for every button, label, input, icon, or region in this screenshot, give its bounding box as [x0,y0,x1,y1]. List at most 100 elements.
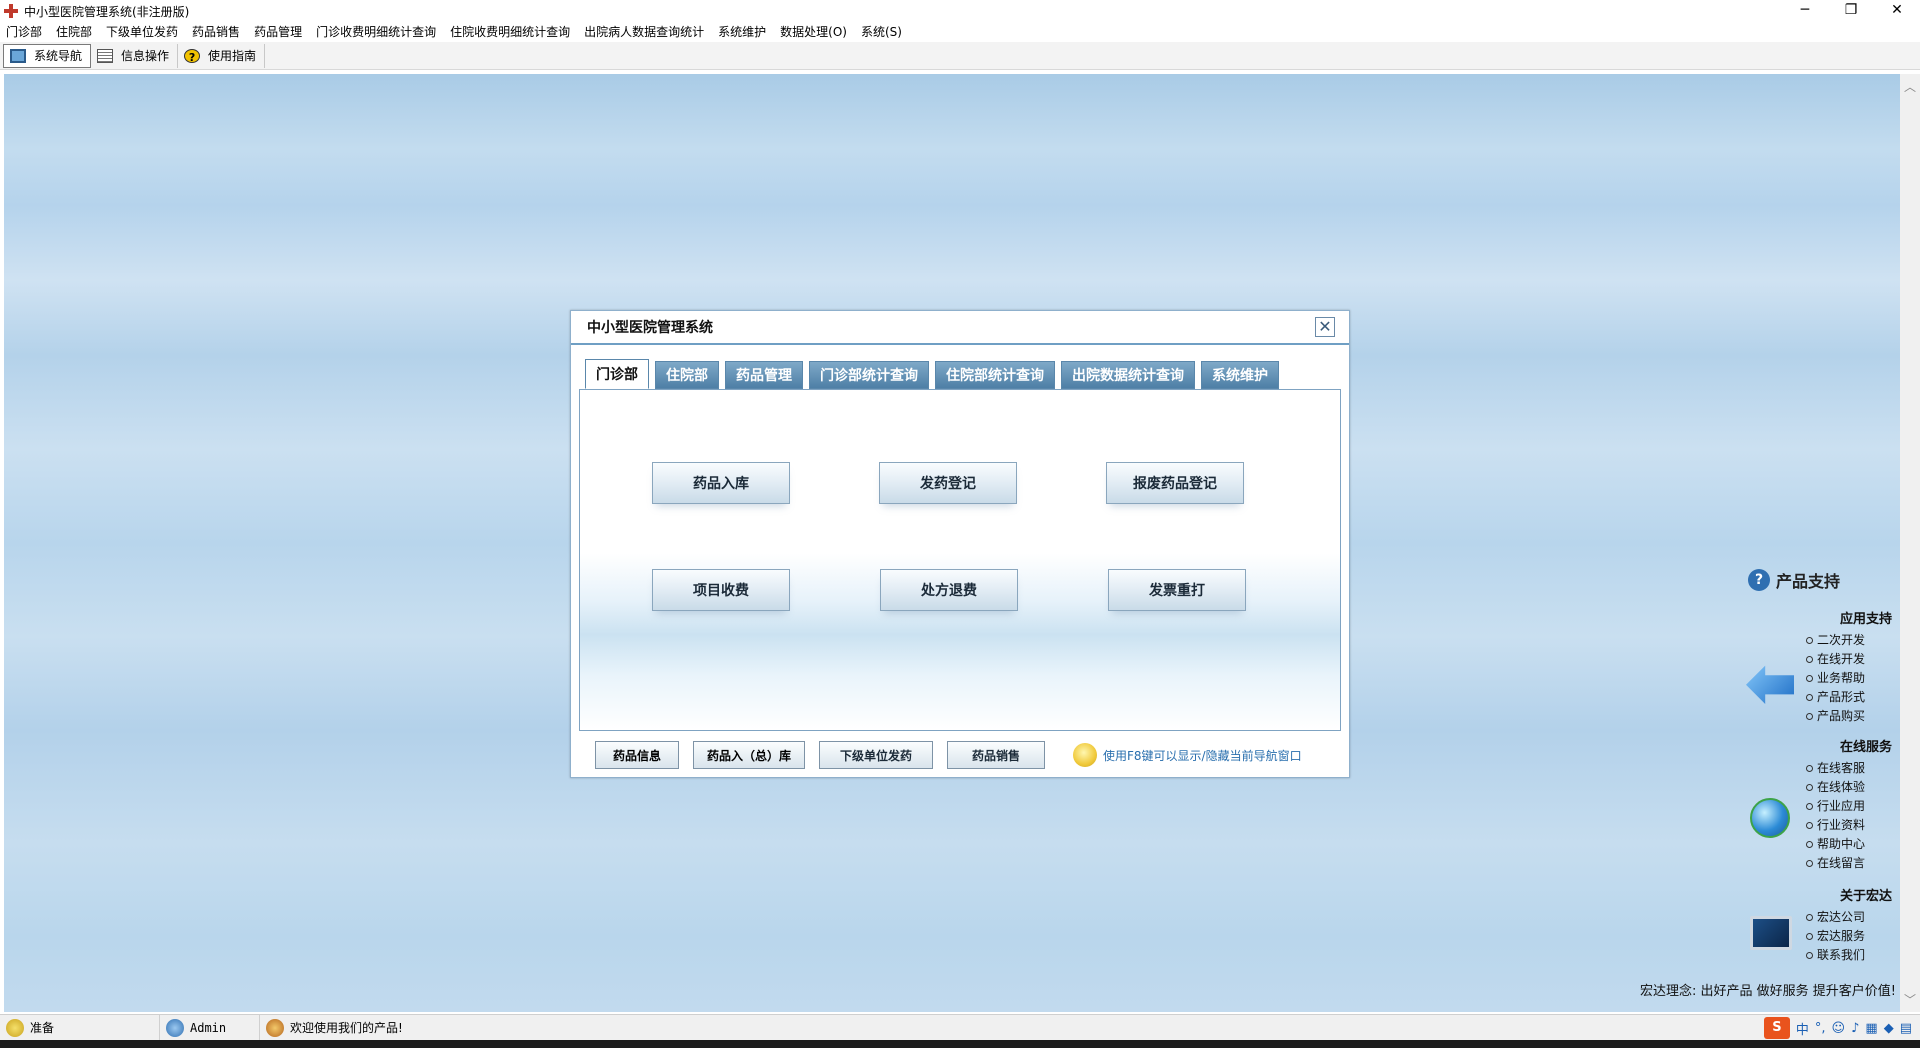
system-nav-button[interactable]: 系统导航 [3,43,92,68]
info-operation-label: 信息操作 [121,49,170,63]
globe-icon [1750,798,1790,838]
invoice-reprint-button[interactable]: 发票重打 [1108,569,1246,611]
monitor-icon [1750,916,1792,950]
f8-hint: 使用F8键可以显示/隐藏当前导航窗口 [1073,743,1302,767]
table-icon [97,48,114,63]
vertical-scrollbar[interactable]: ︿ ﹀ [1900,74,1920,1012]
item-charge-button[interactable]: 项目收费 [652,569,790,611]
menu-drug-management[interactable]: 药品管理 [248,22,310,42]
tab-drug-management[interactable]: 药品管理 [725,361,803,389]
status-welcome: 欢迎使用我们的产品! [290,1021,403,1035]
status-ready-cell: 准备 [0,1014,160,1041]
app-support-list: 二次开发 在线开发 业务帮助 产品形式 产品购买 [1806,631,1865,726]
support-title: 产品支持 [1776,572,1841,591]
toolbar: 系统导航 信息操作 ? 使用指南 [0,42,1920,70]
user-icon [166,1018,184,1037]
scrap-drug-register-button[interactable]: 报废药品登记 [1106,462,1244,504]
menu-discharge-stats[interactable]: 出院病人数据查询统计 [578,22,712,42]
dialog-close-button[interactable]: ✕ [1315,317,1335,337]
status-welcome-cell: 欢迎使用我们的产品! [260,1015,560,1041]
status-ready: 准备 [30,1021,55,1035]
monitor-icon [10,48,26,63]
link-secondary-dev[interactable]: 二次开发 [1806,631,1865,650]
lightbulb-icon [1073,743,1097,767]
minimize-button[interactable]: ─ [1782,0,1828,22]
drug-sales-button[interactable]: 药品销售 [947,741,1045,769]
app-support-title: 应用支持 [1839,612,1892,627]
scroll-up-icon[interactable]: ︿ [1904,78,1916,95]
status-bar: 准备 Admin 欢迎使用我们的产品! S 中 °, ☺ ♪ ▦ ◆ ▤ [0,1014,1920,1041]
link-company[interactable]: 宏达公司 [1806,908,1865,927]
link-online-trial[interactable]: 在线体验 [1806,778,1865,797]
link-online-message[interactable]: 在线留言 [1806,854,1865,873]
ime-menu-icon[interactable]: ▤ [1900,1021,1912,1036]
tab-inpatient-stats[interactable]: 住院部统计查询 [935,361,1055,389]
menu-drug-sales[interactable]: 药品销售 [186,22,248,42]
menu-inpatient[interactable]: 住院部 [50,22,100,42]
link-industry-data[interactable]: 行业资料 [1806,816,1865,835]
menu-inpatient-fee-stats[interactable]: 住院收费明细统计查询 [444,22,578,42]
ime-toolbar[interactable]: S 中 °, ☺ ♪ ▦ ◆ ▤ [1763,1017,1912,1039]
about-title: 关于宏达 [1839,889,1892,904]
scroll-down-icon[interactable]: ﹀ [1904,991,1916,1008]
ime-skin-icon[interactable]: ◆ [1884,1021,1894,1036]
link-online-cs[interactable]: 在线客服 [1806,759,1865,778]
window-controls: ─ ❐ ✕ [1782,0,1920,22]
f8-hint-text: 使用F8键可以显示/隐藏当前导航窗口 [1103,748,1302,763]
menu-system[interactable]: 系统(S) [855,22,910,42]
online-service-title: 在线服务 [1839,740,1892,755]
users-icon [266,1018,284,1037]
help-circle-icon: ? [1748,569,1770,591]
tab-strip: 门诊部 住院部 药品管理 门诊部统计查询 住院部统计查询 出院数据统计查询 系统… [585,359,1279,389]
support-header: ? 产品支持 [1748,568,1840,592]
about-list: 宏达公司 宏达服务 联系我们 [1806,908,1865,965]
link-help-center[interactable]: 帮助中心 [1806,835,1865,854]
link-online-dev[interactable]: 在线开发 [1806,650,1865,669]
ime-mic-icon[interactable]: ♪ [1851,1021,1859,1036]
tab-system-maintenance[interactable]: 系统维护 [1201,361,1279,389]
arrow-icon [1746,665,1794,704]
menu-outpatient[interactable]: 门诊部 [0,22,50,42]
info-operation-button[interactable]: 信息操作 [91,43,179,68]
link-contact[interactable]: 联系我们 [1806,946,1865,965]
drug-info-button[interactable]: 药品信息 [595,741,679,769]
dialog-title: 中小型医院管理系统 [587,320,713,336]
sub-unit-dispense-button[interactable]: 下级单位发药 [819,741,933,769]
tab-discharge-stats[interactable]: 出院数据统计查询 [1061,361,1195,389]
link-product-form[interactable]: 产品形式 [1806,688,1865,707]
ime-emoji-icon[interactable]: ☺ [1832,1021,1846,1036]
company-motto: 宏达理念: 出好产品 做好服务 提升客户价值! [1640,984,1896,999]
menu-data-processing[interactable]: 数据处理(O) [774,22,855,42]
menu-outpatient-fee-stats[interactable]: 门诊收费明细统计查询 [310,22,444,42]
link-services[interactable]: 宏达服务 [1806,927,1865,946]
menu-sub-unit-dispense[interactable]: 下级单位发药 [100,22,186,42]
tab-inpatient[interactable]: 住院部 [655,361,719,389]
tab-panel-outpatient: 药品入库 发药登记 报废药品登记 项目收费 处方退费 发票重打 [579,389,1341,731]
link-business-help[interactable]: 业务帮助 [1806,669,1865,688]
product-support-panel: ? 产品支持 应用支持 二次开发 在线开发 业务帮助 产品形式 产品购买 在线服… [1628,560,1896,1000]
link-industry-apps[interactable]: 行业应用 [1806,797,1865,816]
status-bulb-icon [6,1018,24,1037]
status-user-cell: Admin [160,1014,260,1041]
taskbar-strip [0,1040,1920,1048]
tab-outpatient[interactable]: 门诊部 [585,359,649,389]
dispense-register-button[interactable]: 发药登记 [879,462,1017,504]
window-title: 中小型医院管理系统(非注册版) [24,4,190,19]
drug-main-stock-button[interactable]: 药品入（总）库 [693,741,805,769]
menu-system-maintenance[interactable]: 系统维护 [712,22,774,42]
prescription-refund-button[interactable]: 处方退费 [880,569,1018,611]
menu-bar: 门诊部 住院部 下级单位发药 药品销售 药品管理 门诊收费明细统计查询 住院收费… [0,22,1920,42]
restore-button[interactable]: ❐ [1828,0,1874,22]
link-product-purchase[interactable]: 产品购买 [1806,707,1865,726]
title-bar: 中小型医院管理系统(非注册版) ─ ❐ ✕ [0,0,1920,22]
drug-stock-in-button[interactable]: 药品入库 [652,462,790,504]
tab-outpatient-stats[interactable]: 门诊部统计查询 [809,361,929,389]
system-nav-label: 系统导航 [34,49,83,63]
user-guide-button[interactable]: ? 使用指南 [178,43,266,68]
ime-keyboard-icon[interactable]: ▦ [1865,1021,1877,1036]
ime-punct-icon[interactable]: °, [1815,1021,1826,1036]
user-guide-label: 使用指南 [208,49,257,63]
online-service-list: 在线客服 在线体验 行业应用 行业资料 帮助中心 在线留言 [1806,759,1865,873]
close-button[interactable]: ✕ [1874,0,1920,22]
ime-language[interactable]: 中 [1796,1019,1809,1038]
